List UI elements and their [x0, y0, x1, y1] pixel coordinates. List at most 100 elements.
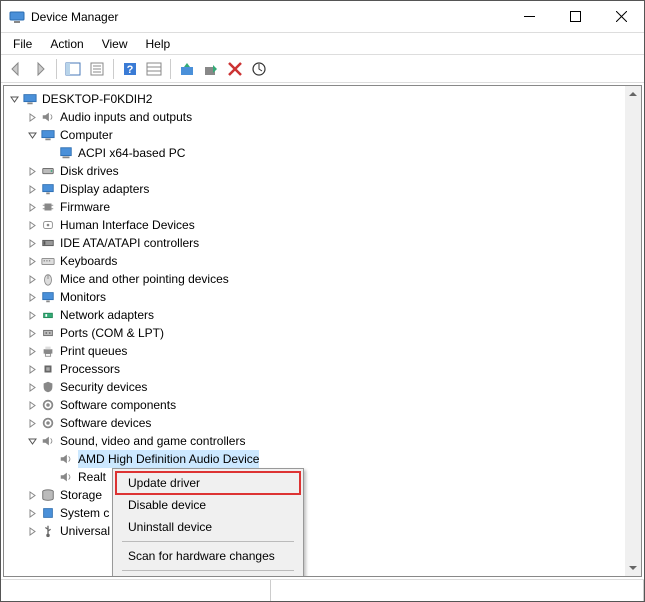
tree-item-label: Computer: [60, 126, 113, 144]
tree-item[interactable]: Display adapters: [6, 180, 639, 198]
collapse-icon[interactable]: [24, 433, 40, 449]
menu-file[interactable]: File: [5, 35, 40, 53]
close-button[interactable]: [598, 1, 644, 32]
storage-icon: [40, 487, 56, 503]
expand-icon[interactable]: [24, 505, 40, 521]
collapse-icon[interactable]: [6, 91, 22, 107]
scroll-down-button[interactable]: [625, 560, 641, 576]
tree-item-label: Display adapters: [60, 180, 149, 198]
expand-icon[interactable]: [24, 109, 40, 125]
tree-item[interactable]: Network adapters: [6, 306, 639, 324]
uninstall-button[interactable]: [224, 58, 246, 80]
scan-hardware-button[interactable]: [248, 58, 270, 80]
expand-icon[interactable]: [24, 235, 40, 251]
tree-root[interactable]: DESKTOP-F0KDIH2: [6, 90, 639, 108]
minimize-button[interactable]: [506, 1, 552, 32]
context-separator: [122, 541, 294, 542]
context-disable-device[interactable]: Disable device: [116, 494, 300, 516]
device-manager-window: Device Manager File Action View Help ? D…: [0, 0, 645, 602]
app-icon: [9, 9, 25, 25]
expand-icon[interactable]: [24, 415, 40, 431]
properties-button[interactable]: [86, 58, 108, 80]
expand-icon[interactable]: [24, 181, 40, 197]
network-icon: [40, 307, 56, 323]
tree-item[interactable]: Storage: [6, 486, 639, 504]
menu-view[interactable]: View: [94, 35, 136, 53]
tree-item[interactable]: Universal: [6, 522, 639, 540]
tree-item[interactable]: ACPI x64-based PC: [6, 144, 639, 162]
context-uninstall-device[interactable]: Uninstall device: [116, 516, 300, 538]
keyboard-icon: [40, 253, 56, 269]
expand-icon[interactable]: [24, 379, 40, 395]
speaker-icon: [58, 469, 74, 485]
tree-item[interactable]: Print queues: [6, 342, 639, 360]
expand-icon[interactable]: [24, 307, 40, 323]
expand-icon[interactable]: [24, 289, 40, 305]
hid-icon: [40, 217, 56, 233]
tree-item[interactable]: Software devices: [6, 414, 639, 432]
tree-item[interactable]: Keyboards: [6, 252, 639, 270]
tree-item-label: Software devices: [60, 414, 151, 432]
expand-icon[interactable]: [24, 253, 40, 269]
tree-item-label: Network adapters: [60, 306, 154, 324]
tree-item[interactable]: Software components: [6, 396, 639, 414]
expand-icon[interactable]: [24, 217, 40, 233]
tree-item[interactable]: AMD High Definition Audio Device: [6, 450, 639, 468]
tree-item-label: Firmware: [60, 198, 110, 216]
action-grid-button[interactable]: [143, 58, 165, 80]
tree-item[interactable]: System c: [6, 504, 639, 522]
window-title: Device Manager: [31, 10, 506, 24]
maximize-button[interactable]: [552, 1, 598, 32]
tree-item[interactable]: Monitors: [6, 288, 639, 306]
tree-item[interactable]: Firmware: [6, 198, 639, 216]
computer-icon: [40, 127, 56, 143]
collapse-icon[interactable]: [24, 127, 40, 143]
menu-help[interactable]: Help: [138, 35, 179, 53]
expand-icon[interactable]: [24, 199, 40, 215]
enable-button[interactable]: [200, 58, 222, 80]
tree-item[interactable]: Processors: [6, 360, 639, 378]
expand-icon[interactable]: [24, 325, 40, 341]
titlebar: Device Manager: [1, 1, 644, 33]
tree-item[interactable]: Security devices: [6, 378, 639, 396]
menu-action[interactable]: Action: [42, 35, 91, 53]
monitor-icon: [40, 289, 56, 305]
expand-icon[interactable]: [24, 361, 40, 377]
update-driver-button[interactable]: [176, 58, 198, 80]
context-scan-hardware[interactable]: Scan for hardware changes: [116, 545, 300, 567]
scroll-up-button[interactable]: [625, 86, 641, 102]
tree-item[interactable]: IDE ATA/ATAPI controllers: [6, 234, 639, 252]
tree-item[interactable]: Sound, video and game controllers: [6, 432, 639, 450]
back-button[interactable]: [5, 58, 27, 80]
context-update-driver[interactable]: Update driver: [116, 472, 300, 494]
drive-icon: [40, 163, 56, 179]
forward-button[interactable]: [29, 58, 51, 80]
tree-item[interactable]: Disk drives: [6, 162, 639, 180]
vertical-scrollbar[interactable]: [625, 86, 641, 576]
show-hide-console-button[interactable]: [62, 58, 84, 80]
expand-icon[interactable]: [24, 523, 40, 539]
tree-item[interactable]: Realt: [6, 468, 639, 486]
mouse-icon: [40, 271, 56, 287]
expand-icon[interactable]: [24, 487, 40, 503]
tree-item[interactable]: Ports (COM & LPT): [6, 324, 639, 342]
tree-item-label: Sound, video and game controllers: [60, 432, 245, 450]
usb-icon: [40, 523, 56, 539]
expand-icon[interactable]: [24, 271, 40, 287]
device-tree[interactable]: DESKTOP-F0KDIH2 Audio inputs and outputs…: [4, 86, 641, 544]
expand-icon[interactable]: [24, 397, 40, 413]
tree-item[interactable]: Mice and other pointing devices: [6, 270, 639, 288]
cpu-icon: [40, 361, 56, 377]
menubar: File Action View Help: [1, 33, 644, 55]
tree-item-label: Ports (COM & LPT): [60, 324, 164, 342]
expand-icon[interactable]: [24, 163, 40, 179]
help-button[interactable]: ?: [119, 58, 141, 80]
context-properties[interactable]: Properties: [116, 574, 300, 577]
tree-item[interactable]: Human Interface Devices: [6, 216, 639, 234]
tree-item-label: AMD High Definition Audio Device: [78, 450, 259, 468]
tree-item[interactable]: Computer: [6, 126, 639, 144]
pc-icon: [58, 145, 74, 161]
tree-root-label: DESKTOP-F0KDIH2: [42, 90, 152, 108]
tree-item[interactable]: Audio inputs and outputs: [6, 108, 639, 126]
expand-icon[interactable]: [24, 343, 40, 359]
